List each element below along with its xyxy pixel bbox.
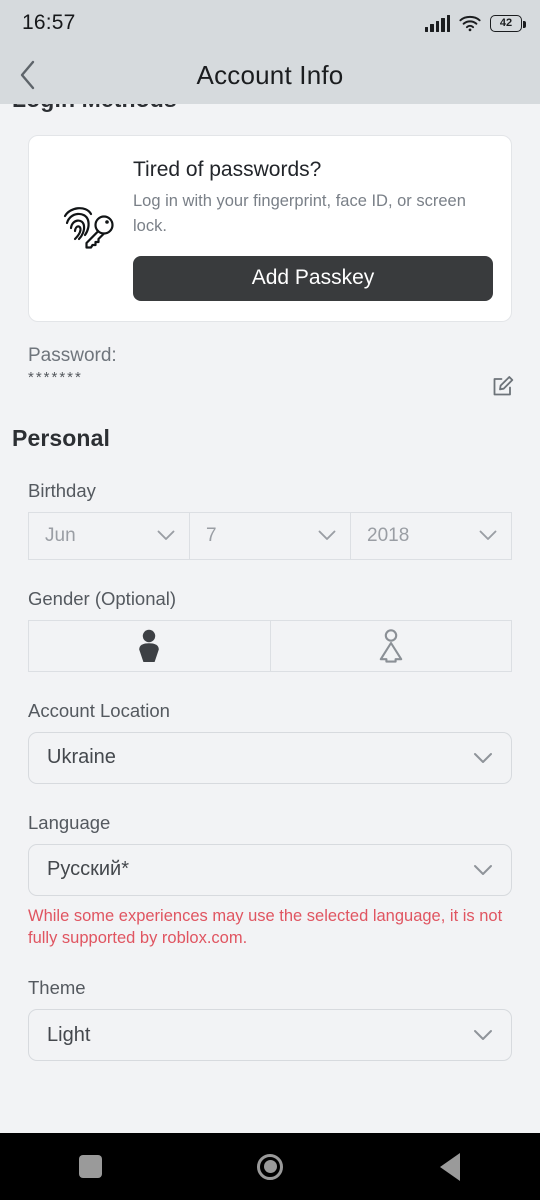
chevron-down-icon bbox=[474, 1030, 492, 1041]
language-warning-text: While some experiences may use the selec… bbox=[28, 906, 503, 947]
birthday-year-value: 2018 bbox=[367, 524, 410, 546]
male-figure-icon bbox=[139, 629, 160, 662]
birthday-month-select[interactable]: Jun bbox=[28, 511, 190, 560]
triangle-back-icon bbox=[440, 1152, 460, 1181]
chevron-down-icon bbox=[474, 864, 492, 875]
scroll-content[interactable]: Login Methods bbox=[0, 104, 540, 1133]
nav-recents-button[interactable] bbox=[35, 1133, 145, 1200]
battery-level: 42 bbox=[499, 16, 513, 29]
language-select[interactable]: Русский* bbox=[28, 843, 512, 896]
wifi-icon bbox=[459, 15, 481, 31]
signal-bars-icon bbox=[424, 14, 450, 32]
circle-home-icon bbox=[257, 1153, 283, 1180]
android-nav-bar bbox=[0, 1133, 540, 1200]
birthday-selects: Jun 7 2018 bbox=[28, 511, 512, 560]
battery-icon: 42 bbox=[490, 14, 526, 32]
password-value: ******* bbox=[28, 368, 83, 386]
gender-female-option[interactable] bbox=[270, 619, 512, 672]
chevron-down-icon bbox=[479, 530, 497, 540]
phone-screen: 16:57 42 Account Info Logi bbox=[0, 0, 540, 1200]
theme-select[interactable]: Light bbox=[28, 1009, 512, 1062]
theme-label: Theme bbox=[28, 977, 86, 999]
nav-home-button[interactable] bbox=[215, 1133, 325, 1200]
square-recents-icon bbox=[78, 1155, 102, 1178]
gender-male-option[interactable] bbox=[28, 619, 271, 672]
chevron-down-icon bbox=[318, 530, 336, 540]
theme-value: Light bbox=[47, 1023, 91, 1046]
birthday-field: Birthday Jun 7 2018 bbox=[28, 480, 512, 560]
section-title-login-methods: Login Methods bbox=[0, 104, 540, 113]
edit-pencil-icon bbox=[493, 375, 514, 395]
account-location-label: Account Location bbox=[28, 699, 170, 721]
birthday-month-value: Jun bbox=[45, 524, 76, 546]
nav-back-button[interactable] bbox=[395, 1133, 505, 1200]
account-location-value: Ukraine bbox=[47, 746, 116, 768]
theme-field: Theme Light bbox=[28, 977, 512, 1062]
section-title-personal: Personal bbox=[12, 424, 110, 451]
chevron-down-icon bbox=[474, 752, 492, 763]
status-bar: 16:57 42 bbox=[0, 0, 540, 46]
edit-password-button[interactable] bbox=[488, 371, 518, 401]
gender-field: Gender (Optional) bbox=[28, 588, 512, 672]
add-passkey-button[interactable]: Add Passkey bbox=[133, 255, 493, 301]
passkey-card-description: Log in with your fingerprint, face ID, o… bbox=[133, 192, 466, 235]
passkey-card: Tired of passwords? Log in with your fin… bbox=[28, 135, 512, 322]
language-value: Русский* bbox=[47, 858, 129, 880]
language-label: Language bbox=[28, 811, 111, 833]
chevron-down-icon bbox=[157, 530, 175, 540]
app-header: Account Info bbox=[0, 46, 540, 104]
female-figure-icon bbox=[379, 628, 402, 663]
fingerprint-key-icon bbox=[47, 154, 133, 301]
birthday-year-select[interactable]: 2018 bbox=[351, 511, 512, 560]
gender-toggle-group bbox=[28, 619, 512, 672]
account-location-field: Account Location Ukraine bbox=[28, 700, 512, 784]
passkey-card-body: Tired of passwords? Log in with your fin… bbox=[133, 154, 493, 301]
passkey-card-title: Tired of passwords? bbox=[133, 158, 322, 181]
birthday-day-value: 7 bbox=[206, 524, 217, 546]
status-icons: 42 bbox=[424, 14, 526, 32]
status-time: 16:57 bbox=[22, 11, 76, 34]
gender-label: Gender (Optional) bbox=[28, 587, 177, 609]
language-field: Language Русский* While some experiences… bbox=[28, 812, 512, 950]
account-location-select[interactable]: Ukraine bbox=[28, 731, 512, 784]
birthday-day-select[interactable]: 7 bbox=[190, 511, 351, 560]
password-label: Password: bbox=[28, 344, 117, 366]
page-title: Account Info bbox=[196, 59, 344, 90]
password-row: Password: ******* bbox=[28, 344, 514, 403]
birthday-label: Birthday bbox=[28, 479, 96, 501]
